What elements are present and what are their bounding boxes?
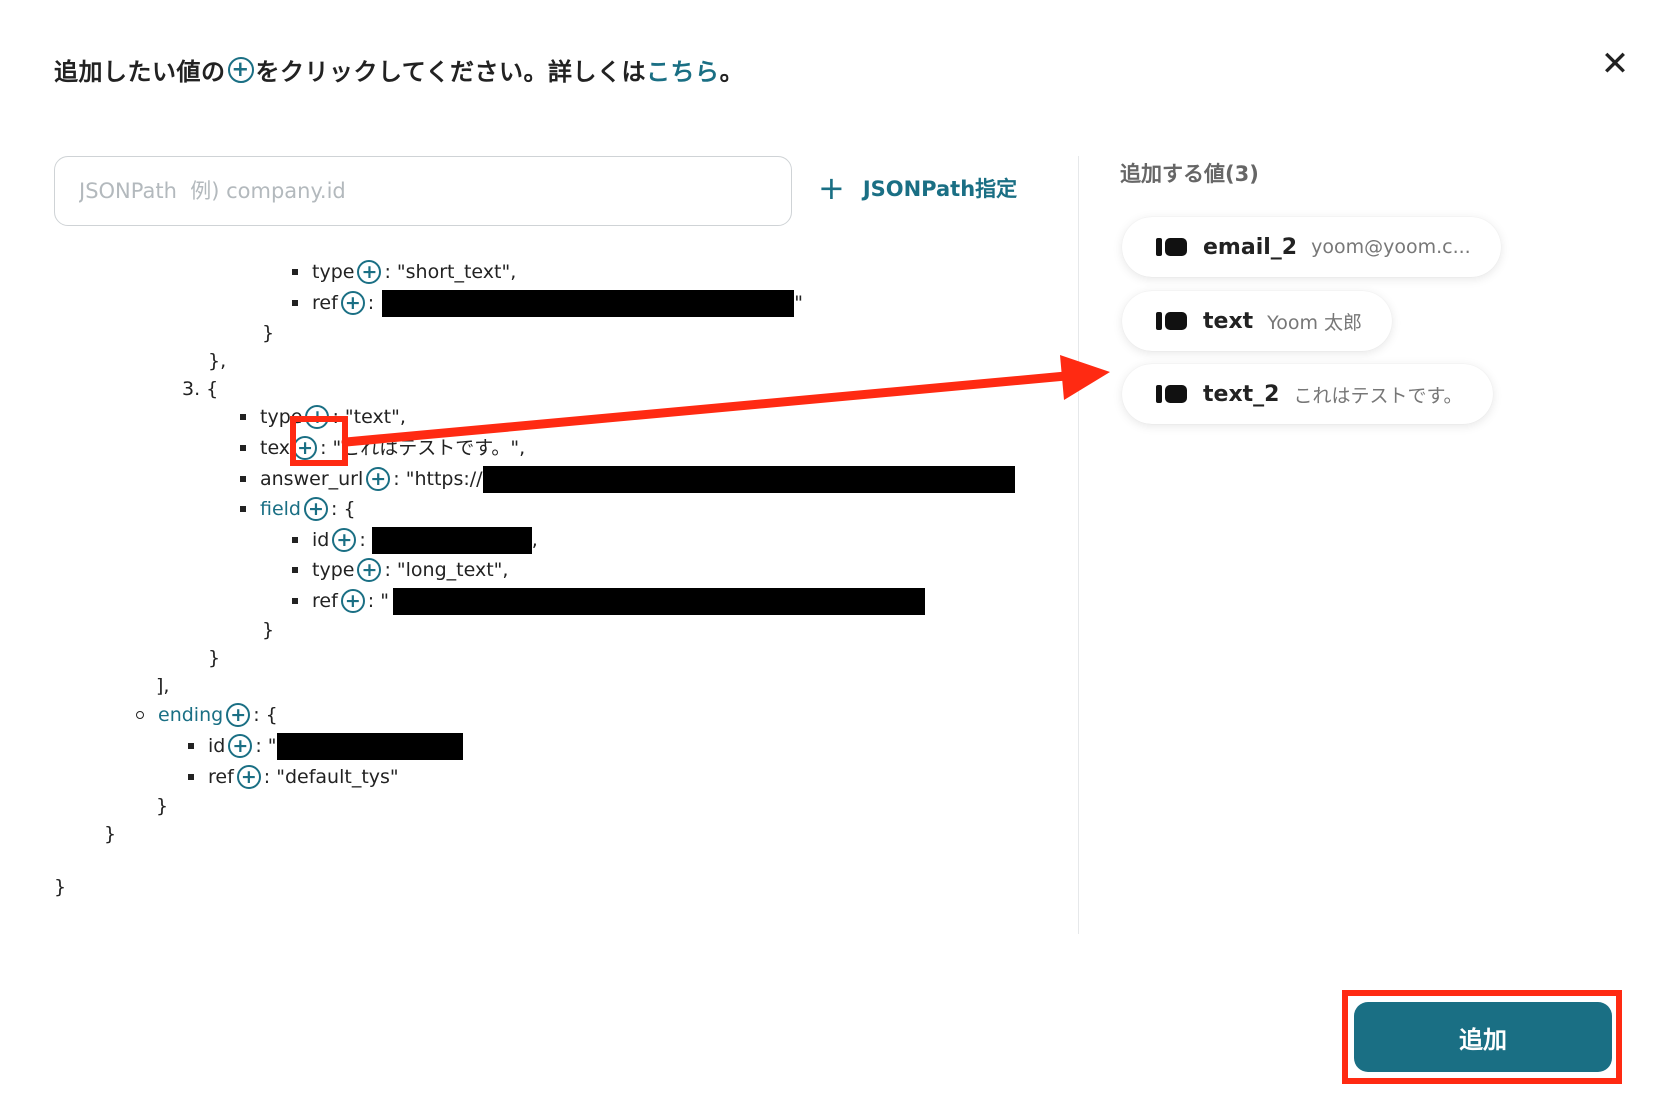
selected-values-heading: 追加する値(3) — [1120, 162, 1259, 186]
redacted-value — [482, 465, 1015, 493]
add-button[interactable]: 追加 — [1354, 1002, 1612, 1072]
tree-line: ending +: { — [136, 700, 278, 730]
redacted-value — [276, 732, 463, 760]
add-value-icon[interactable]: + — [304, 497, 328, 521]
tree-line: ref +: " — [292, 586, 925, 616]
tree-line: ref +: " — [292, 288, 803, 318]
tree-line: type +: "long_text", — [292, 555, 508, 585]
field-chip-icon — [1156, 238, 1187, 256]
tree-line: 3. { — [182, 378, 219, 400]
add-value-icon-text-2[interactable]: + — [293, 436, 318, 460]
tree-line: } — [262, 322, 275, 344]
json-tree: type +: "short_text", ref +: " } }, 3. { t… — [0, 0, 1070, 960]
tree-line: id +: " — [188, 731, 463, 761]
tree-line: answer_url +: "https:// — [240, 464, 1015, 494]
tree-line: } — [156, 795, 169, 817]
field-chip-icon — [1156, 385, 1187, 403]
add-value-icon[interactable]: + — [332, 528, 357, 552]
redacted-value — [382, 289, 795, 317]
add-value-icon[interactable]: + — [340, 589, 365, 613]
add-value-icon[interactable]: + — [357, 558, 382, 582]
add-value-icon[interactable]: + — [340, 291, 365, 315]
tree-line: field +: { — [240, 494, 356, 524]
add-value-icon[interactable]: + — [228, 734, 253, 758]
add-value-icon[interactable]: + — [357, 260, 382, 284]
add-value-icon[interactable]: + — [226, 703, 251, 727]
tree-line: tex +: "これはテストです。", — [240, 433, 525, 463]
add-value-icon[interactable]: + — [236, 765, 261, 789]
redacted-value — [392, 587, 925, 615]
add-value-icon[interactable]: + — [305, 405, 330, 429]
tree-line: ref +: "default_tys" — [188, 762, 399, 792]
panel-divider — [1078, 156, 1079, 934]
tree-line: id +: , — [292, 525, 538, 555]
add-value-icon[interactable]: + — [366, 467, 391, 491]
selected-value-chip[interactable]: text_2 これはテストです。 — [1122, 364, 1493, 424]
tree-line: }, — [208, 350, 227, 372]
tree-line: } — [104, 823, 117, 845]
tree-line: type +: "text", — [240, 402, 406, 432]
redacted-value — [371, 526, 532, 554]
selected-value-chip[interactable]: email_2 yoom@yoom.c... — [1122, 217, 1501, 277]
tree-line: } — [208, 647, 221, 669]
tree-line: } — [262, 619, 275, 641]
field-chip-icon — [1156, 312, 1187, 330]
close-icon[interactable]: ✕ — [1600, 47, 1630, 81]
tree-line: } — [54, 876, 67, 898]
selected-value-chip[interactable]: text Yoom 太郎 — [1122, 291, 1393, 351]
tree-line: type +: "short_text", — [292, 257, 516, 287]
tree-line: ], — [156, 675, 170, 697]
